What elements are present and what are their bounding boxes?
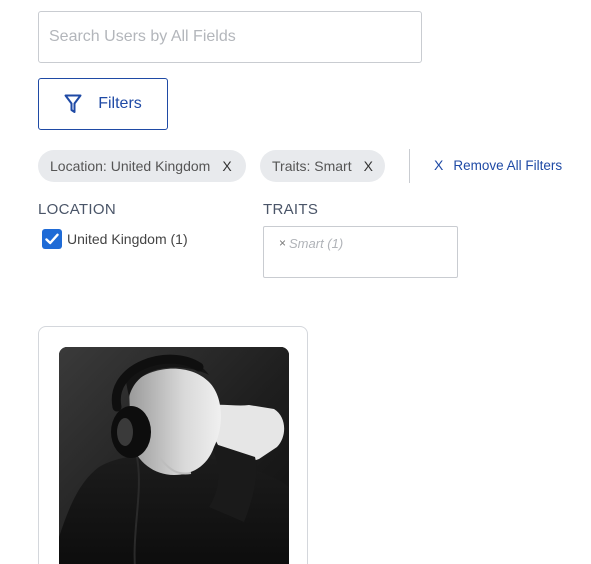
filters-button[interactable]: Filters xyxy=(38,78,168,130)
location-option-united-kingdom[interactable]: United Kingdom (1) xyxy=(42,229,188,249)
trait-tag-smart: × Smart (1) xyxy=(279,236,343,251)
chip-label: Location: United Kingdom xyxy=(50,158,211,174)
filters-button-label: Filters xyxy=(98,95,142,112)
remove-trait-icon[interactable]: × xyxy=(279,236,286,250)
remove-all-filters-link[interactable]: X Remove All Filters xyxy=(434,157,562,173)
funnel-icon xyxy=(64,94,82,114)
remove-filter-icon[interactable]: X xyxy=(222,158,231,174)
user-card[interactable] xyxy=(38,326,308,564)
trait-tag-label: Smart (1) xyxy=(289,235,344,251)
active-filter-chip-location: Location: United Kingdom X xyxy=(38,150,246,182)
remove-filter-icon[interactable]: X xyxy=(364,158,373,174)
filter-divider xyxy=(409,149,410,183)
location-option-label: United Kingdom (1) xyxy=(67,231,188,247)
active-filter-chip-traits: Traits: Smart X xyxy=(260,150,385,182)
chip-label: Traits: Smart xyxy=(272,158,352,174)
checkbox-checked[interactable] xyxy=(42,229,62,249)
location-heading: LOCATION xyxy=(38,201,116,218)
close-icon: X xyxy=(434,157,444,173)
traits-multiselect[interactable]: × Smart (1) xyxy=(263,226,458,278)
search-input[interactable] xyxy=(38,11,422,63)
user-photo xyxy=(59,347,289,564)
traits-heading: TRAITS xyxy=(263,201,319,218)
user-directory-page: Filters Location: United Kingdom X Trait… xyxy=(0,0,591,564)
remove-all-filters-label: Remove All Filters xyxy=(453,157,563,173)
